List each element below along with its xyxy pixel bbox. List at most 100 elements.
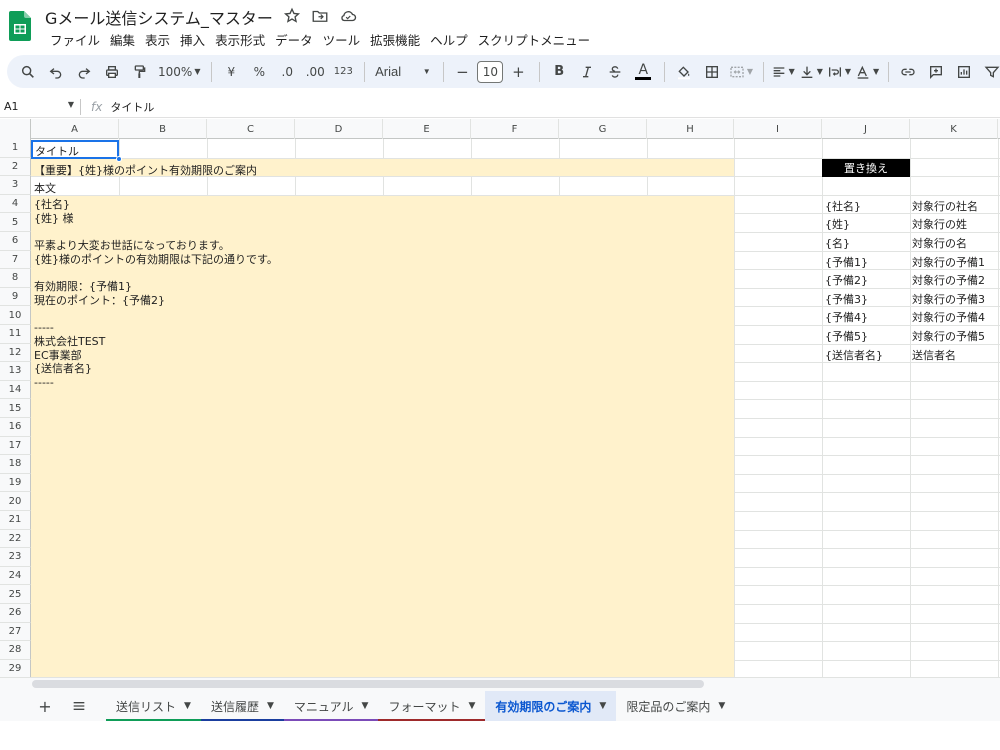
row-header-17[interactable]: 17 [0,436,31,456]
column-header-c[interactable]: C [207,119,295,139]
row-header-5[interactable]: 5 [0,213,31,232]
font-select[interactable]: Arial ▼ [371,59,435,85]
row-header-14[interactable]: 14 [0,380,31,400]
column-header-e[interactable]: E [383,119,471,139]
column-header-h[interactable]: H [647,119,734,139]
menu-view[interactable]: 表示 [140,28,175,51]
replace-value[interactable]: 対象行の姓 [912,216,967,232]
row-header-29[interactable]: 29 [0,659,31,678]
row-header-9[interactable]: 9 [0,287,31,307]
increase-decimal-button[interactable]: .00 [302,59,328,85]
replace-key[interactable]: {予備3} [825,291,868,307]
menu-tools[interactable]: ツール [318,28,366,51]
row-header-23[interactable]: 23 [0,548,31,567]
select-all-corner[interactable] [0,119,31,139]
row-header-11[interactable]: 11 [0,325,31,344]
sheet-tab[interactable]: フォーマット ▼ [378,691,486,721]
replace-table-header[interactable]: 置き換え [822,159,910,177]
row-header-16[interactable]: 16 [0,418,31,437]
chevron-down-icon[interactable]: ▼ [362,701,369,711]
text-wrapping-button[interactable]: ▼ [826,59,852,85]
cell-a4-body[interactable]: {社名} {姓} 様平素より大変お世話になっております。 {姓}様のポイントの有効期… [34,198,278,390]
replace-value[interactable]: 対象行の名 [912,235,967,251]
sheet-tab[interactable]: マニュアル ▼ [283,691,379,721]
increase-font-size-button[interactable]: + [505,59,531,85]
column-header-d[interactable]: D [295,119,383,139]
replace-value[interactable]: 対象行の予備2 [912,272,985,288]
replace-value[interactable]: 対象行の予備3 [912,291,985,307]
column-header-k[interactable]: K [910,119,998,139]
row-header-20[interactable]: 20 [0,492,31,511]
replace-value[interactable]: 送信者名 [912,347,956,363]
create-filter-button[interactable] [979,59,1000,85]
vertical-align-button[interactable]: ▼ [798,59,824,85]
percent-format-button[interactable]: % [246,59,272,85]
column-header-b[interactable]: B [119,119,207,139]
sheets-logo-icon[interactable] [9,11,31,41]
sheet-tab[interactable]: 有効期限のご案内 ▼ [485,691,617,721]
row-header-13[interactable]: 13 [0,362,31,381]
row-header-26[interactable]: 26 [0,604,31,623]
row-header-27[interactable]: 27 [0,622,31,642]
sheet-tab[interactable]: 限定品のご案内 ▼ [616,691,735,721]
column-header-g[interactable]: G [559,119,647,139]
column-header-i[interactable]: I [734,119,822,139]
menu-data[interactable]: データ [270,28,318,51]
replace-key[interactable]: {予備4} [825,309,868,325]
replace-value[interactable]: 対象行の予備5 [912,328,985,344]
insert-link-button[interactable] [895,59,921,85]
text-color-button[interactable]: A [630,59,656,85]
cell-a2[interactable]: 【重要】{姓}様のポイント有効期限のご案内 [34,162,257,178]
row-header-6[interactable]: 6 [0,232,31,251]
spreadsheet-grid[interactable]: ABCDEFGHIJK 1 2 3 4 5 6 7 8 9 10 11 12 13 14 15 16 17 18 1… [0,119,1000,678]
row-header-22[interactable]: 22 [0,529,31,549]
add-sheet-button[interactable]: + [30,693,60,719]
bold-button[interactable]: B [546,59,572,85]
italic-button[interactable] [574,59,600,85]
replace-key[interactable]: {予備5} [825,328,868,344]
row-header-1[interactable]: 1 [0,139,31,158]
star-icon[interactable] [283,7,301,25]
formula-input[interactable]: タイトル [110,99,154,115]
merge-cells-button[interactable]: ▼ [727,59,755,85]
row-header-18[interactable]: 18 [0,455,31,474]
menu-edit[interactable]: 編集 [105,28,140,51]
move-folder-icon[interactable] [311,7,329,25]
horizontal-align-button[interactable]: ▼ [770,59,796,85]
replace-value[interactable]: 対象行の予備1 [912,254,985,270]
currency-format-button[interactable]: ¥ [218,59,244,85]
row-header-3[interactable]: 3 [0,176,31,195]
sheet-tab[interactable]: 送信リスト ▼ [106,691,201,721]
decrease-decimal-button[interactable]: .0 [274,59,300,85]
chevron-down-icon[interactable]: ▼ [468,701,475,711]
menu-format[interactable]: 表示形式 [210,28,270,51]
insert-chart-button[interactable] [951,59,977,85]
column-header-j[interactable]: J [822,119,910,139]
chevron-down-icon[interactable]: ▼ [184,701,191,711]
replace-key[interactable]: {予備2} [825,272,868,288]
menu-extensions[interactable]: 拡張機能 [365,28,425,51]
font-size-input[interactable]: 10 [477,60,504,83]
name-box[interactable]: A1 ▼ [0,100,80,113]
borders-button[interactable] [699,59,725,85]
strikethrough-button[interactable] [602,59,628,85]
all-sheets-button[interactable] [64,693,94,719]
more-formats-button[interactable]: 123 [330,59,356,85]
document-title[interactable]: Gメール送信システム_マスター [45,5,273,29]
cell-a3[interactable]: 本文 [34,180,56,196]
row-header-8[interactable]: 8 [0,269,31,288]
replace-key[interactable]: {名} [825,235,850,251]
row-header-12[interactable]: 12 [0,343,31,363]
row-header-4[interactable]: 4 [0,194,31,214]
insert-comment-button[interactable] [923,59,949,85]
row-header-24[interactable]: 24 [0,566,31,586]
zoom-select[interactable]: 100% ▼ [155,59,203,85]
replace-value[interactable]: 対象行の社名 [912,198,978,214]
row-header-25[interactable]: 25 [0,585,31,604]
chevron-down-icon[interactable]: ▼ [267,701,274,711]
replace-key[interactable]: {社名} [825,198,861,214]
column-header-f[interactable]: F [471,119,559,139]
menu-file[interactable]: ファイル [45,28,105,51]
row-header-19[interactable]: 19 [0,473,31,493]
menu-help[interactable]: ヘルプ [425,28,473,51]
